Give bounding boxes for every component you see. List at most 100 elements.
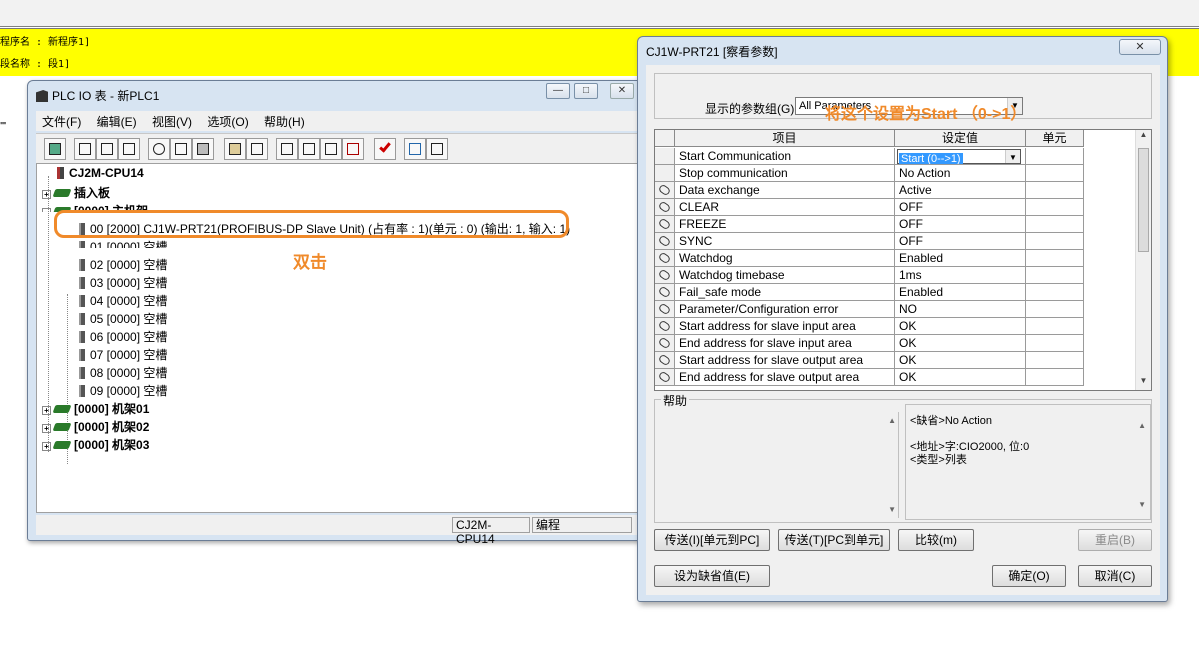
print-preview-icon[interactable] bbox=[96, 138, 118, 160]
tree-slot-09[interactable]: 09 [0000] 空槽 bbox=[79, 382, 167, 399]
paste-icon[interactable] bbox=[192, 138, 214, 160]
section-name-line: 段名称 : 段1] bbox=[0, 59, 71, 70]
toolbar bbox=[36, 133, 640, 163]
param-unit bbox=[1026, 301, 1084, 318]
online-icon[interactable] bbox=[404, 138, 426, 160]
tree-rack-03[interactable]: + [0000] 机架03 bbox=[42, 436, 149, 453]
param-unit bbox=[1026, 199, 1084, 216]
slot-icon bbox=[79, 367, 85, 379]
expand-icon[interactable]: + bbox=[42, 442, 51, 451]
plc-icon bbox=[36, 90, 48, 102]
dialog-client: 显示的参数组(G) All Parameters ▼ 项目 设定值 单元 Star… bbox=[646, 65, 1160, 595]
param-value: Enabled bbox=[895, 250, 1026, 267]
rack-icon bbox=[52, 423, 72, 431]
help-left-pane: ▲ ▼ bbox=[655, 412, 899, 518]
param-name: Watchdog bbox=[675, 250, 895, 267]
slot-label: 06 [0000] 空槽 bbox=[90, 330, 168, 344]
grid-scrollbar[interactable]: ▲ ▼ bbox=[1135, 130, 1151, 390]
slot-label: 04 [0000] 空槽 bbox=[90, 294, 168, 308]
cancel-button[interactable]: 取消(C) bbox=[1078, 565, 1152, 587]
slot-label: 09 [0000] 空槽 bbox=[90, 384, 168, 398]
compare-button[interactable]: 比较(m) bbox=[898, 529, 974, 551]
restart-button[interactable]: 重启(B) bbox=[1078, 529, 1152, 551]
chevron-down-icon[interactable]: ▼ bbox=[1005, 150, 1020, 163]
tree-slot-07[interactable]: 07 [0000] 空槽 bbox=[79, 346, 167, 363]
compare-icon[interactable] bbox=[276, 138, 298, 160]
tool-icon[interactable] bbox=[246, 138, 268, 160]
ncps-icon[interactable] bbox=[44, 138, 66, 160]
grid-header-item: 项目 bbox=[675, 130, 895, 147]
param-value: OFF bbox=[895, 199, 1026, 216]
tree-rack-02[interactable]: + [0000] 机架02 bbox=[42, 418, 149, 435]
param-value: OK bbox=[895, 318, 1026, 335]
print-icon[interactable] bbox=[74, 138, 96, 160]
param-value: OK bbox=[895, 335, 1026, 352]
tree-slot-02[interactable]: 02 [0000] 空槽 bbox=[79, 256, 167, 273]
scroll-down-icon[interactable]: ▼ bbox=[888, 505, 896, 514]
tree-slot-04[interactable]: 04 [0000] 空槽 bbox=[79, 292, 167, 309]
selected-value: Start (0-->1) bbox=[899, 153, 963, 165]
menu-file[interactable]: 文件(F) bbox=[36, 111, 87, 132]
board-icon bbox=[52, 189, 72, 197]
param-unit bbox=[1026, 369, 1084, 386]
menu-help[interactable]: 帮助(H) bbox=[258, 111, 311, 132]
read-only-icon bbox=[655, 216, 675, 233]
menu-edit[interactable]: 编辑(E) bbox=[91, 111, 143, 132]
plc-io-title: PLC IO 表 - 新PLC1 bbox=[36, 87, 159, 104]
param-name: FREEZE bbox=[675, 216, 895, 233]
scroll-up-icon[interactable]: ▲ bbox=[1136, 130, 1151, 144]
tree-slot-01[interactable]: 01 [0000] 空槽 bbox=[79, 238, 167, 248]
slot-icon bbox=[79, 241, 85, 248]
tree-slot-03[interactable]: 03 [0000] 空槽 bbox=[79, 274, 167, 291]
transfer-icon[interactable] bbox=[118, 138, 140, 160]
tree-cpu[interactable]: CJ2M-CPU14 bbox=[57, 166, 144, 180]
upload-icon[interactable] bbox=[298, 138, 320, 160]
start-communication-select[interactable]: Start (0-->1) ▼ bbox=[897, 149, 1021, 164]
maximize-button[interactable]: □ bbox=[574, 83, 598, 99]
slot-icon bbox=[79, 331, 85, 343]
mail-icon[interactable] bbox=[426, 138, 448, 160]
cut-icon[interactable] bbox=[148, 138, 170, 160]
tree-slot-06[interactable]: 06 [0000] 空槽 bbox=[79, 328, 167, 345]
param-grid: 项目 设定值 单元 Start Communication Start (0-->… bbox=[654, 129, 1152, 391]
set-default-button[interactable]: 设为缺省值(E) bbox=[654, 565, 770, 587]
param-value: Active bbox=[895, 182, 1026, 199]
close-button[interactable]: ✕ bbox=[610, 83, 634, 99]
unit-config-icon[interactable] bbox=[224, 138, 246, 160]
param-name: Start Communication bbox=[675, 148, 895, 165]
delete-icon[interactable] bbox=[342, 138, 364, 160]
param-group-label: 显示的参数组(G) bbox=[705, 102, 795, 116]
param-value[interactable]: Start (0-->1) ▼ bbox=[895, 148, 1026, 165]
tree-board[interactable]: + 插入板 bbox=[42, 184, 110, 201]
ok-button[interactable]: 确定(O) bbox=[992, 565, 1066, 587]
param-name: Stop communication bbox=[675, 165, 895, 182]
scroll-down-icon[interactable]: ▼ bbox=[1136, 376, 1151, 390]
menu-options[interactable]: 选项(O) bbox=[201, 111, 254, 132]
program-name-line: 程序名 : 新程序1] bbox=[0, 37, 91, 48]
status-bar: CJ2M-CPU14 编程 bbox=[36, 515, 640, 546]
expand-icon[interactable]: + bbox=[42, 424, 51, 433]
tree-rack-01[interactable]: + [0000] 机架01 bbox=[42, 400, 149, 417]
minimize-button[interactable]: — bbox=[546, 83, 570, 99]
scroll-down-icon[interactable]: ▼ bbox=[1138, 498, 1146, 511]
check-icon[interactable] bbox=[374, 138, 396, 160]
expand-icon[interactable]: + bbox=[42, 406, 51, 415]
param-value: Enabled bbox=[895, 284, 1026, 301]
copy-icon[interactable] bbox=[170, 138, 192, 160]
collapse-icon[interactable]: − bbox=[42, 208, 51, 212]
read-only-icon bbox=[655, 352, 675, 369]
tree-slot-05[interactable]: 05 [0000] 空槽 bbox=[79, 310, 167, 327]
menu-view[interactable]: 视图(V) bbox=[146, 111, 198, 132]
transfer-unit-to-pc-button[interactable]: 传送(I)[单元到PC] bbox=[654, 529, 770, 551]
scroll-up-icon[interactable]: ▲ bbox=[1138, 419, 1146, 432]
param-name: CLEAR bbox=[675, 199, 895, 216]
download-icon[interactable] bbox=[320, 138, 342, 160]
tree-slot-08[interactable]: 08 [0000] 空槽 bbox=[79, 364, 167, 381]
expand-icon[interactable]: + bbox=[42, 190, 51, 199]
scroll-up-icon[interactable]: ▲ bbox=[888, 416, 896, 425]
scroll-thumb[interactable] bbox=[1138, 148, 1149, 252]
dialog-close-button[interactable]: ✕ bbox=[1119, 39, 1161, 55]
editor-top-bar bbox=[0, 0, 1199, 27]
transfer-pc-to-unit-button[interactable]: 传送(T)[PC到单元] bbox=[778, 529, 890, 551]
dialog-title: CJ1W-PRT21 [察看参数] bbox=[646, 45, 778, 59]
